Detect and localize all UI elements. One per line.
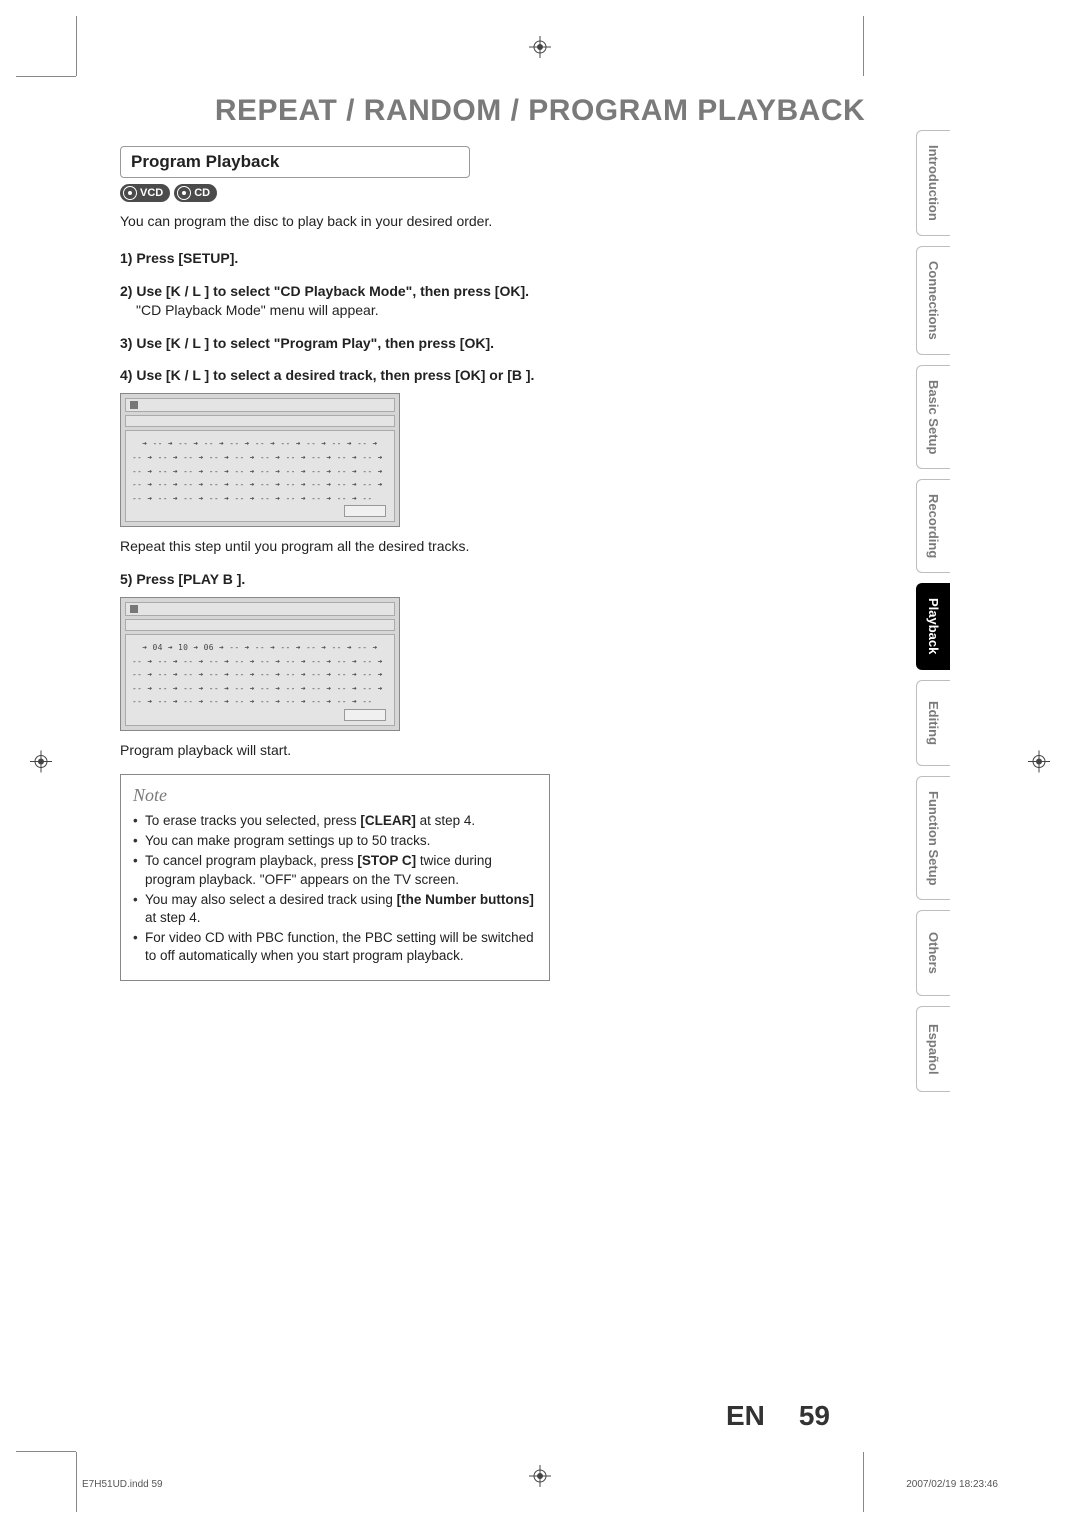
intro-text: You can program the disc to play back in… xyxy=(120,212,560,231)
osd-preview-empty: ➔ -- ➔ -- ➔ -- ➔ -- ➔ -- ➔ -- ➔ -- ➔ -- … xyxy=(120,393,400,527)
note-text: You may also select a desired track usin… xyxy=(145,892,397,907)
note-title: Note xyxy=(133,785,537,806)
page-content: REPEAT / RANDOM / PROGRAM PLAYBACK Progr… xyxy=(80,80,1000,1448)
disc-icon xyxy=(123,186,137,200)
note-key: [STOP C] xyxy=(357,853,416,868)
osd-titlebar xyxy=(125,602,395,616)
print-date: 2007/02/19 18:23:46 xyxy=(906,1479,998,1490)
crop-mark xyxy=(16,76,76,77)
note-box: Note To erase tracks you selected, press… xyxy=(120,774,550,981)
step-5: 5) Press [PLAY B ]. ➔ 04 ➔ 10 ➔ 06 ➔ -- … xyxy=(120,570,560,760)
vcd-badge: VCD xyxy=(120,184,170,202)
stop-icon xyxy=(130,605,138,613)
osd-track-grid: ➔ -- ➔ -- ➔ -- ➔ -- ➔ -- ➔ -- ➔ -- ➔ -- … xyxy=(125,430,395,522)
main-column: Program Playback VCD CD You can program … xyxy=(120,146,560,981)
vcd-badge-label: VCD xyxy=(140,187,163,199)
step-1: 1) Press [SETUP]. xyxy=(120,249,560,268)
print-footer: E7H51UD.indd 59 2007/02/19 18:23:46 xyxy=(82,1479,998,1490)
media-badges: VCD CD xyxy=(120,184,560,202)
note-text: at step 4. xyxy=(416,813,475,828)
step-1-label: 1) Press [SETUP]. xyxy=(120,250,238,266)
tab-recording[interactable]: Recording xyxy=(916,479,950,573)
osd-grid-text: ➔ 04 ➔ 10 ➔ 06 ➔ -- ➔ -- ➔ -- ➔ -- ➔ -- … xyxy=(132,643,383,706)
footer-lang: EN xyxy=(726,1400,765,1432)
page-title: REPEAT / RANDOM / PROGRAM PLAYBACK xyxy=(80,94,1000,128)
step-4-label: 4) Use [K / L ] to select a desired trac… xyxy=(120,366,560,385)
cd-badge-label: CD xyxy=(194,187,210,199)
stop-icon xyxy=(130,401,138,409)
step-3-label: 3) Use [K / L ] to select "Program Play"… xyxy=(120,334,560,353)
osd-subbar xyxy=(125,415,395,427)
tab-introduction[interactable]: Introduction xyxy=(916,130,950,236)
side-tabs: Introduction Connections Basic Setup Rec… xyxy=(916,130,950,1092)
step-4: 4) Use [K / L ] to select a desired trac… xyxy=(120,366,560,556)
tab-espanol[interactable]: Español xyxy=(916,1006,950,1092)
note-item: To cancel program playback, press [STOP … xyxy=(133,852,537,888)
note-text: To erase tracks you selected, press xyxy=(145,813,360,828)
osd-slot xyxy=(344,709,386,721)
osd-grid-text: ➔ -- ➔ -- ➔ -- ➔ -- ➔ -- ➔ -- ➔ -- ➔ -- … xyxy=(132,439,383,502)
note-key: [CLEAR] xyxy=(360,813,416,828)
step-2: 2) Use [K / L ] to select "CD Playback M… xyxy=(120,282,560,320)
osd-subbar xyxy=(125,619,395,631)
registration-mark-icon xyxy=(30,751,52,778)
step-3: 3) Use [K / L ] to select "Program Play"… xyxy=(120,334,560,353)
footer-page-number: 59 xyxy=(799,1400,830,1432)
step-2-label: 2) Use [K / L ] to select "CD Playback M… xyxy=(120,282,560,301)
osd-track-grid: ➔ 04 ➔ 10 ➔ 06 ➔ -- ➔ -- ➔ -- ➔ -- ➔ -- … xyxy=(125,634,395,726)
disc-icon xyxy=(177,186,191,200)
section-header: Program Playback xyxy=(120,146,470,178)
note-text: at step 4. xyxy=(145,910,201,925)
tab-connections[interactable]: Connections xyxy=(916,246,950,355)
note-text: To cancel program playback, press xyxy=(145,853,357,868)
note-item: For video CD with PBC function, the PBC … xyxy=(133,929,537,965)
print-file: E7H51UD.indd 59 xyxy=(82,1479,163,1490)
registration-mark-icon xyxy=(529,36,551,63)
crop-mark xyxy=(76,1452,77,1512)
note-key: [the Number buttons] xyxy=(397,892,534,907)
note-item: To erase tracks you selected, press [CLE… xyxy=(133,812,537,830)
page-footer: EN 59 xyxy=(726,1400,830,1432)
step-4-desc: Repeat this step until you program all t… xyxy=(120,537,560,556)
step-5-desc: Program playback will start. xyxy=(120,741,560,760)
crop-mark xyxy=(76,16,77,76)
tab-function-setup[interactable]: Function Setup xyxy=(916,776,950,901)
note-item: You can make program settings up to 50 t… xyxy=(133,832,537,850)
tab-basic-setup[interactable]: Basic Setup xyxy=(916,365,950,469)
osd-preview-filled: ➔ 04 ➔ 10 ➔ 06 ➔ -- ➔ -- ➔ -- ➔ -- ➔ -- … xyxy=(120,597,400,731)
crop-mark xyxy=(16,1451,76,1452)
step-2-desc: "CD Playback Mode" menu will appear. xyxy=(120,301,560,320)
step-5-label: 5) Press [PLAY B ]. xyxy=(120,570,560,589)
tab-others[interactable]: Others xyxy=(916,910,950,996)
osd-slot xyxy=(344,505,386,517)
tab-editing[interactable]: Editing xyxy=(916,680,950,766)
registration-mark-icon xyxy=(1028,751,1050,778)
osd-titlebar xyxy=(125,398,395,412)
cd-badge: CD xyxy=(174,184,217,202)
note-item: You may also select a desired track usin… xyxy=(133,891,537,927)
tab-playback[interactable]: Playback xyxy=(916,583,950,669)
crop-mark xyxy=(863,16,864,76)
